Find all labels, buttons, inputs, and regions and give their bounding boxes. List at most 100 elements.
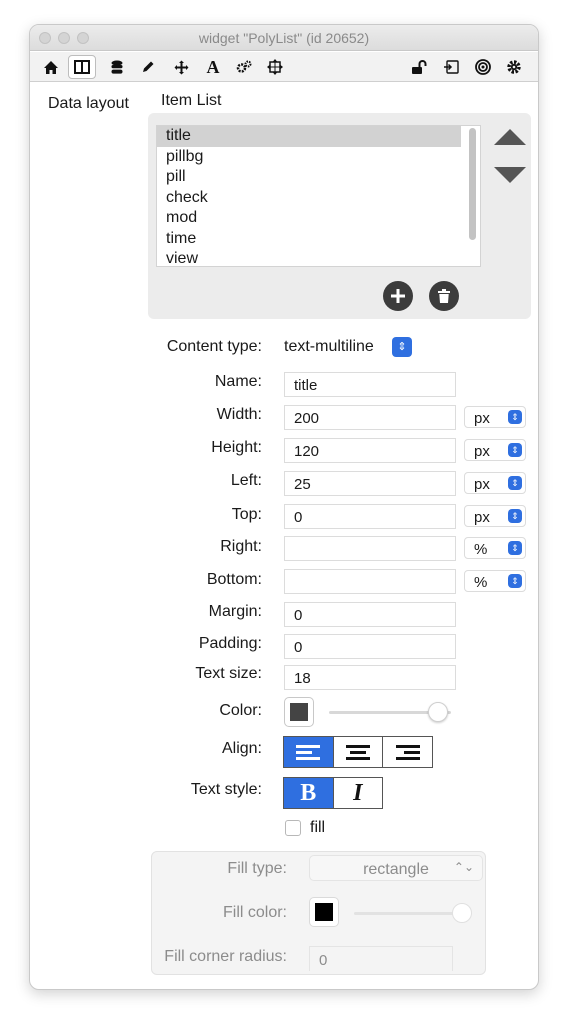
width-field[interactable]: 200 bbox=[284, 405, 456, 430]
chevron-updown-icon: ⇕ bbox=[392, 337, 412, 357]
target-icon[interactable] bbox=[469, 55, 497, 79]
right-unit-value: % bbox=[474, 541, 488, 558]
chevron-updown-icon: ⇕ bbox=[508, 574, 522, 588]
list-item[interactable]: pillbg bbox=[157, 147, 480, 168]
color-slider-knob[interactable] bbox=[428, 702, 448, 722]
padding-label: Padding: bbox=[198, 635, 262, 652]
right-label: Right: bbox=[220, 538, 262, 555]
name-label: Name: bbox=[214, 373, 262, 390]
color-well[interactable] bbox=[284, 697, 314, 727]
chevron-updown-icon: ⇕ bbox=[508, 410, 522, 424]
left-unit-select[interactable]: px ⇕ bbox=[464, 472, 526, 494]
align-left-icon bbox=[296, 742, 321, 763]
text-size-field[interactable]: 18 bbox=[284, 665, 456, 690]
align-right-icon bbox=[395, 742, 420, 763]
chevron-updown-icon: ⇕ bbox=[508, 509, 522, 523]
bottom-field[interactable] bbox=[284, 569, 456, 594]
chevron-updown-icon: ⇕ bbox=[508, 541, 522, 555]
fill-corner-radius-label: Fill corner radius: bbox=[164, 948, 287, 965]
item-list-heading: Item List bbox=[161, 92, 222, 109]
fill-type-label: Fill type: bbox=[227, 860, 287, 877]
gear-icon[interactable] bbox=[500, 55, 528, 79]
content-type-label: Content type: bbox=[166, 338, 262, 355]
move-up-icon[interactable] bbox=[494, 129, 526, 145]
width-unit-select[interactable]: px ⇕ bbox=[464, 406, 526, 428]
italic-button[interactable]: I bbox=[333, 778, 382, 808]
title-bar[interactable]: widget "PolyList" (id 20652) bbox=[30, 25, 538, 51]
widget-inspector-window: widget "PolyList" (id 20652) A Data layo… bbox=[29, 24, 539, 990]
fill-checkbox[interactable] bbox=[285, 820, 301, 836]
delete-item-button[interactable] bbox=[429, 281, 459, 311]
bottom-unit-value: % bbox=[474, 574, 488, 591]
list-item[interactable]: title bbox=[157, 126, 461, 147]
home-icon[interactable] bbox=[37, 55, 65, 79]
item-list[interactable]: title pillbg pill check mod time view bbox=[156, 125, 481, 267]
chevron-updown-icon: ⇕ bbox=[508, 443, 522, 457]
right-unit-select[interactable]: % ⇕ bbox=[464, 537, 526, 559]
height-label: Height: bbox=[211, 439, 262, 456]
export-icon[interactable] bbox=[437, 55, 465, 79]
fill-color-well[interactable] bbox=[309, 897, 339, 927]
bottom-unit-select[interactable]: % ⇕ bbox=[464, 570, 526, 592]
database-icon[interactable] bbox=[103, 55, 131, 79]
fill-color-slider-knob[interactable] bbox=[452, 903, 472, 923]
align-center-button[interactable] bbox=[333, 737, 384, 767]
align-label: Align: bbox=[221, 740, 262, 757]
fill-color-swatch bbox=[315, 903, 333, 921]
height-unit-select[interactable]: px ⇕ bbox=[464, 439, 526, 461]
fill-settings-panel: Fill type: rectangle ⌃⌄ Fill color: Fill… bbox=[151, 851, 486, 975]
chevron-updown-icon: ⇕ bbox=[508, 476, 522, 490]
gears-icon[interactable] bbox=[230, 55, 258, 79]
width-unit-value: px bbox=[474, 410, 490, 427]
margin-field[interactable]: 0 bbox=[284, 602, 456, 627]
margin-label: Margin: bbox=[208, 603, 262, 620]
list-item[interactable]: time bbox=[157, 229, 480, 250]
chevron-updown-icon: ⌃⌄ bbox=[453, 860, 474, 874]
height-field[interactable]: 120 bbox=[284, 438, 456, 463]
color-swatch bbox=[290, 703, 308, 721]
pencil-icon[interactable] bbox=[134, 55, 162, 79]
list-item[interactable]: check bbox=[157, 188, 480, 209]
inspector-toolbar: A bbox=[30, 52, 538, 82]
top-field[interactable]: 0 bbox=[284, 504, 456, 529]
align-left-button[interactable] bbox=[284, 737, 334, 767]
text-icon[interactable]: A bbox=[199, 55, 227, 79]
left-unit-value: px bbox=[474, 476, 490, 493]
content-type-value: text-multiline bbox=[284, 338, 374, 355]
list-item[interactable]: view bbox=[157, 249, 480, 266]
layout-icon[interactable] bbox=[68, 55, 96, 79]
window-title: widget "PolyList" (id 20652) bbox=[198, 30, 370, 46]
resize-icon[interactable] bbox=[261, 55, 289, 79]
fill-corner-radius-field[interactable]: 0 bbox=[309, 946, 453, 971]
trash-icon bbox=[438, 288, 450, 303]
fill-checkbox-label[interactable]: fill bbox=[310, 819, 325, 837]
add-item-button[interactable] bbox=[383, 281, 413, 311]
top-label: Top: bbox=[231, 506, 262, 523]
list-item[interactable]: pill bbox=[157, 167, 480, 188]
fill-color-label: Fill color: bbox=[222, 904, 287, 921]
fill-type-select[interactable]: rectangle ⌃⌄ bbox=[309, 855, 483, 881]
text-style-label: Text style: bbox=[190, 781, 262, 798]
top-unit-select[interactable]: px ⇕ bbox=[464, 505, 526, 527]
fill-type-value: rectangle bbox=[363, 861, 429, 878]
text-style-segmented-control: B I bbox=[283, 777, 383, 809]
right-field[interactable] bbox=[284, 536, 456, 561]
move-icon[interactable] bbox=[167, 55, 195, 79]
name-field[interactable]: title bbox=[284, 372, 456, 397]
content-type-select[interactable]: text-multiline ⇕ bbox=[284, 335, 412, 359]
padding-field[interactable]: 0 bbox=[284, 634, 456, 659]
item-list-panel: title pillbg pill check mod time view bbox=[148, 113, 531, 319]
unlock-icon[interactable] bbox=[405, 55, 433, 79]
align-right-button[interactable] bbox=[383, 737, 433, 767]
left-label: Left: bbox=[230, 472, 262, 489]
align-segmented-control bbox=[283, 736, 433, 768]
bold-button[interactable]: B bbox=[284, 778, 334, 808]
sidebar-item-data-layout[interactable]: Data layout bbox=[48, 95, 129, 113]
height-unit-value: px bbox=[474, 443, 490, 460]
color-label: Color: bbox=[219, 702, 262, 719]
move-down-icon[interactable] bbox=[494, 167, 526, 183]
list-item[interactable]: mod bbox=[157, 208, 480, 229]
left-field[interactable]: 25 bbox=[284, 471, 456, 496]
list-scrollbar[interactable] bbox=[469, 128, 476, 240]
text-size-label: Text size: bbox=[195, 665, 262, 682]
